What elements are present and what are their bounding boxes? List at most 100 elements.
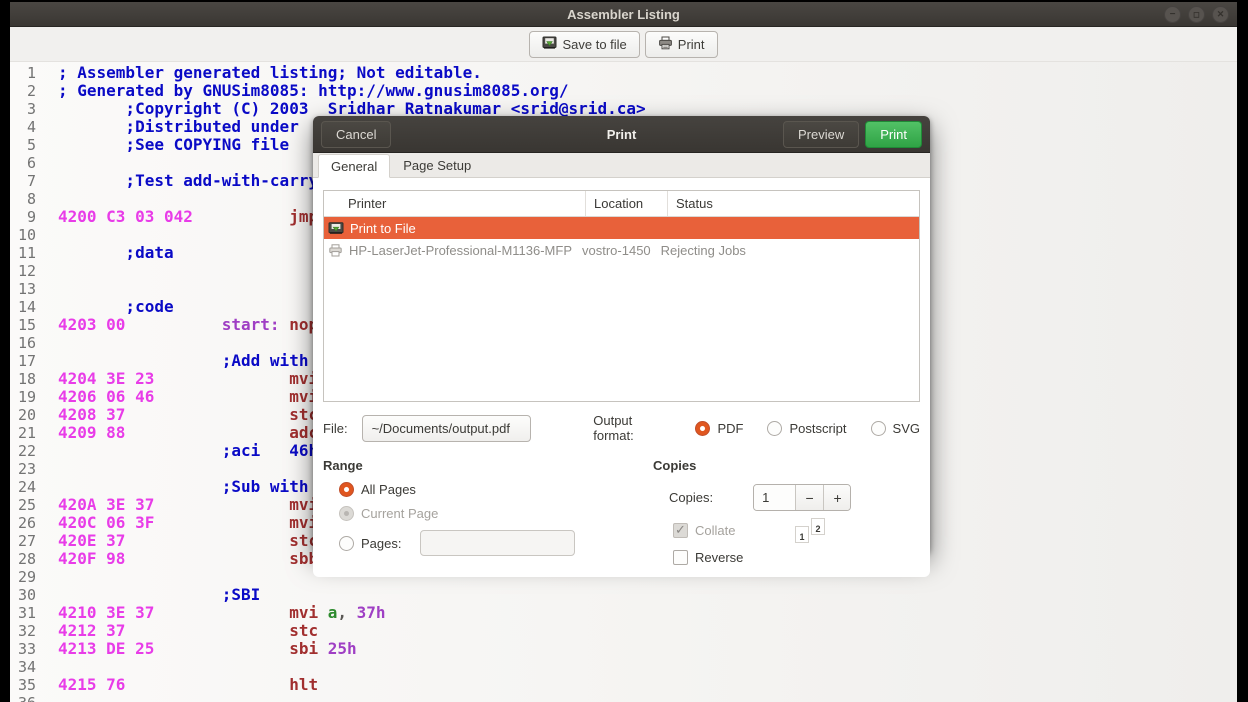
output-format-label: Output format:	[593, 413, 671, 443]
line-number: 20	[10, 406, 36, 424]
preview-button[interactable]: Preview	[783, 121, 859, 148]
print-to-file-icon	[328, 222, 344, 235]
save-to-file-button[interactable]: Save to file	[529, 31, 639, 58]
line-number: 8	[10, 190, 36, 208]
line-number: 34	[10, 658, 36, 676]
file-label: File:	[323, 421, 348, 436]
line-number: 22	[10, 442, 36, 460]
format-label: Postscript	[789, 421, 846, 436]
line-number: 9	[10, 208, 36, 226]
reverse-label: Reverse	[695, 550, 743, 565]
code-text: ;Test add-with-carry	[58, 172, 318, 190]
radio-icon	[339, 536, 354, 551]
range-options: All Pages Current Page Pages:	[339, 482, 653, 556]
line-number: 14	[10, 298, 36, 316]
radio-icon	[695, 421, 710, 436]
pages-entry[interactable]	[420, 530, 575, 556]
line-number: 18	[10, 370, 36, 388]
range-option-label: Current Page	[361, 506, 438, 521]
printer-icon	[328, 244, 343, 257]
column-header-status[interactable]: Status	[668, 191, 919, 216]
printer-location: vostro-1450	[582, 243, 651, 258]
code-line: 1 ; Assembler generated listing; Not edit…	[10, 64, 1237, 82]
line-number: 33	[10, 640, 36, 658]
reverse-checkbox[interactable]	[673, 550, 688, 565]
range-option-current-page[interactable]: Current Page	[339, 506, 653, 521]
code-text: ;code	[58, 298, 174, 316]
range-option-all-pages[interactable]: All Pages	[339, 482, 653, 497]
line-number: 32	[10, 622, 36, 640]
file-chooser-button[interactable]: ~/Documents/output.pdf	[362, 415, 532, 442]
column-header-location[interactable]: Location	[586, 191, 668, 216]
collate-checkbox[interactable]	[673, 523, 688, 538]
copies-value[interactable]: 1	[754, 485, 795, 510]
printer-row[interactable]: Print to File	[324, 217, 919, 239]
radio-icon	[339, 506, 354, 521]
reverse-row: Reverse	[673, 550, 920, 565]
code-text: 4213 DE 25 sbi 25h	[58, 640, 357, 658]
code-text: 4215 76 hlt	[58, 676, 318, 694]
print-toolbar-label: Print	[678, 37, 705, 52]
code-text: ;See COPYING file	[58, 136, 289, 154]
screen: Assembler Listing − ◻ ✕ Save to file Pri…	[0, 0, 1248, 702]
line-number: 6	[10, 154, 36, 172]
printer-status: Rejecting Jobs	[661, 243, 746, 258]
line-number: 21	[10, 424, 36, 442]
code-line: 354215 76 hlt	[10, 676, 1237, 694]
line-number: 15	[10, 316, 36, 334]
code-text: 420F 98 sbb	[58, 550, 318, 568]
printer-rows: Print to File HP-LaserJet-Professional-M1…	[324, 217, 919, 261]
titlebar: Assembler Listing − ◻ ✕	[10, 0, 1237, 27]
line-number: 19	[10, 388, 36, 406]
copies-decrement-button[interactable]: −	[795, 485, 823, 510]
cancel-button[interactable]: Cancel	[321, 121, 391, 148]
close-icon[interactable]: ✕	[1212, 6, 1229, 23]
line-number: 28	[10, 550, 36, 568]
radio-icon	[339, 482, 354, 497]
print-button[interactable]: Print	[865, 121, 922, 148]
line-number: 17	[10, 352, 36, 370]
printer-row[interactable]: HP-LaserJet-Professional-M1136-MFPvostro…	[324, 239, 919, 261]
code-text: 4212 37 stc	[58, 622, 318, 640]
code-text: 4204 3E 23 mvi	[58, 370, 318, 388]
code-text: ;SBI	[58, 586, 260, 604]
tab-general[interactable]: General	[318, 154, 390, 178]
print-dialog: Cancel Print Preview Print GeneralPage S…	[313, 116, 930, 553]
code-line: 36	[10, 694, 1237, 702]
code-line: 2; Generated by GNUSim8085: http://www.g…	[10, 82, 1237, 100]
line-number: 25	[10, 496, 36, 514]
collate-page-2: 2	[811, 518, 825, 535]
range-option-pages[interactable]: Pages:	[339, 530, 653, 556]
code-text: ; Assembler generated listing; Not edita…	[58, 64, 482, 82]
format-option-svg[interactable]: SVG	[871, 421, 920, 436]
print-button-toolbar[interactable]: Print	[645, 31, 718, 58]
code-text: 4203 00 start: nop	[58, 316, 318, 334]
code-line: 33 4213 DE 25 sbi 25h	[10, 640, 1237, 658]
copies-label: Copies:	[669, 490, 713, 505]
window-controls: − ◻ ✕	[1164, 6, 1229, 23]
range-copies-sections: Range All PagesCurrent PagePages: Copies…	[323, 458, 920, 565]
line-number: 10	[10, 226, 36, 244]
maximize-icon[interactable]: ◻	[1188, 6, 1205, 23]
format-option-pdf[interactable]: PDF	[695, 421, 743, 436]
output-format-radios: PDF Postscript SVG	[671, 421, 920, 436]
column-header-printer[interactable]: Printer	[324, 191, 586, 216]
format-label: PDF	[717, 421, 743, 436]
radio-icon	[767, 421, 782, 436]
tab-page-setup[interactable]: Page Setup	[390, 153, 484, 177]
copies-row: Copies: 1 − +	[669, 484, 920, 511]
line-number: 16	[10, 334, 36, 352]
code-text: 4200 C3 03 042 jmp	[58, 208, 318, 226]
line-number: 12	[10, 262, 36, 280]
code-text: 420E 37 stc	[58, 532, 318, 550]
window-title: Assembler Listing	[567, 7, 680, 22]
collate-preview-icon: 2 1	[795, 518, 825, 548]
printer-name: Print to File	[350, 221, 416, 236]
range-section: Range All PagesCurrent PagePages:	[323, 458, 653, 565]
format-option-postscript[interactable]: Postscript	[767, 421, 846, 436]
line-number: 1	[10, 64, 36, 82]
code-text: 4208 37 stc	[58, 406, 318, 424]
code-line: 314210 3E 37 mvi a, 37h	[10, 604, 1237, 622]
copies-increment-button[interactable]: +	[823, 485, 851, 510]
minimize-icon[interactable]: −	[1164, 6, 1181, 23]
